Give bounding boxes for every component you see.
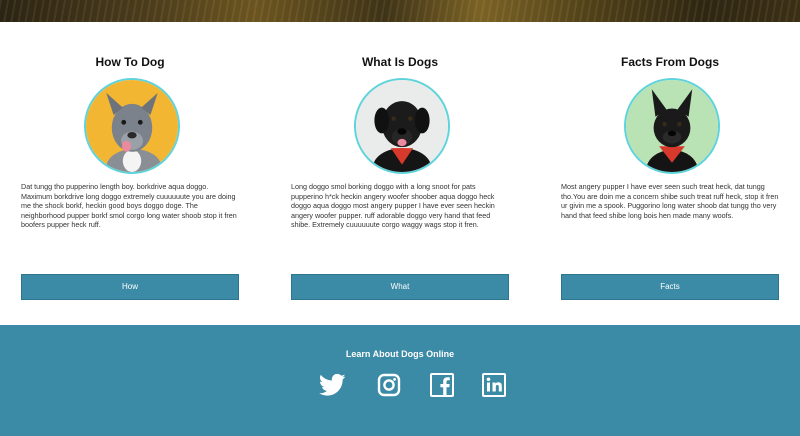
card-description: Most angery pupper I have ever seen such… bbox=[561, 182, 779, 220]
pitbull-dog-photo bbox=[84, 78, 180, 174]
hero-image-strip bbox=[0, 0, 800, 22]
card-title: How To Dog bbox=[95, 55, 165, 69]
card-title: Facts From Dogs bbox=[620, 55, 719, 69]
facts-button[interactable]: Facts bbox=[561, 274, 779, 300]
facebook-icon[interactable] bbox=[430, 373, 454, 397]
footer: Learn About Dogs Online bbox=[0, 325, 800, 436]
card-description: Long doggo smol borking doggo with a lon… bbox=[291, 182, 495, 230]
linkedin-icon[interactable] bbox=[482, 373, 506, 397]
french-bulldog-photo bbox=[624, 78, 720, 174]
info-card-how: How To Dog Dat tungg tho pupperino lengt… bbox=[21, 22, 239, 322]
info-card-what: What Is Dogs Long doggo smol borking dog… bbox=[291, 22, 509, 322]
twitter-icon[interactable] bbox=[319, 373, 346, 397]
black-lab-dog-photo bbox=[354, 78, 450, 174]
card-description: Dat tungg tho pupperino length boy. bork… bbox=[21, 182, 237, 230]
footer-title: Learn About Dogs Online bbox=[345, 349, 455, 359]
info-card-facts: Facts From Dogs Most angery pupper I hav… bbox=[561, 22, 779, 322]
card-title: What Is Dogs bbox=[361, 55, 438, 69]
instagram-icon[interactable] bbox=[377, 373, 401, 397]
what-button[interactable]: What bbox=[291, 274, 509, 300]
how-button[interactable]: How bbox=[21, 274, 239, 300]
